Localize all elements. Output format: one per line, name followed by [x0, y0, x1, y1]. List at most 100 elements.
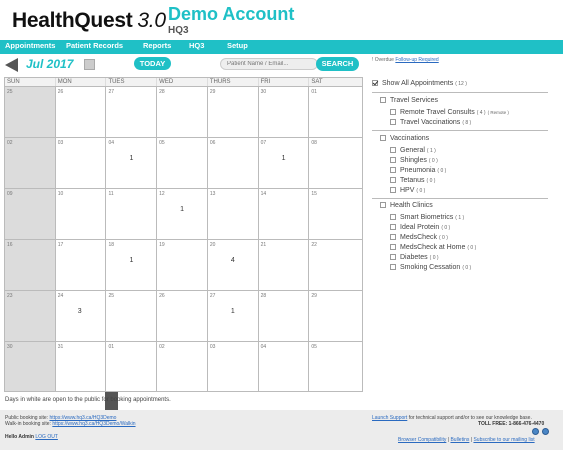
calendar-day-cell[interactable]: 05 [309, 342, 363, 391]
calendar-day-cell[interactable]: 27 1 [207, 291, 259, 341]
checkbox[interactable] [390, 177, 396, 184]
calendar-day-cell[interactable]: 12 1 [157, 189, 208, 239]
prev-month-arrow-icon[interactable] [5, 58, 18, 72]
filter-remote-travel-consults[interactable]: Remote Travel Consults( 4 )( Remote ) [390, 109, 509, 118]
health-clinics-checkbox[interactable] [380, 202, 386, 209]
calendar-day-cell[interactable]: 07 1 [258, 138, 310, 188]
social-icon-one[interactable] [532, 428, 539, 435]
calendar-day-cell[interactable]: 14 [258, 189, 310, 239]
bulletins-link[interactable]: Bulletins [450, 437, 469, 443]
calendar-day-cell[interactable]: 02 [157, 342, 208, 391]
group-travel-services[interactable]: Travel Services [380, 97, 438, 106]
calendar-day-cell[interactable]: 28 [157, 87, 208, 137]
filter-general[interactable]: General( 1 ) [390, 147, 436, 156]
calendar-day-cell[interactable]: 15 [309, 189, 363, 239]
appointment-count[interactable]: 3 [78, 308, 82, 315]
checkbox[interactable] [390, 109, 396, 116]
calendar-day-cell[interactable]: 24 3 [55, 291, 107, 341]
calendar-day-cell[interactable]: 30 [258, 87, 310, 137]
calendar-day-cell[interactable]: 28 [258, 291, 310, 341]
checkbox[interactable] [390, 214, 396, 221]
calendar-day-cell[interactable]: 08 [309, 138, 363, 188]
show-all-checkbox[interactable] [372, 80, 378, 87]
nav-patient-records[interactable]: Patient Records [66, 41, 123, 50]
checkbox[interactable] [390, 234, 396, 241]
filter-tetanus[interactable]: Tetanus( 0 ) [390, 177, 435, 186]
calendar-picker-icon[interactable] [84, 59, 95, 70]
appointment-count[interactable]: 4 [231, 257, 235, 264]
healthquest-logo[interactable]: HealthQuest 3.0 [12, 9, 166, 33]
calendar-day-cell[interactable]: 29 [309, 291, 363, 341]
nav-setup[interactable]: Setup [227, 41, 248, 50]
browser-compatibility-link[interactable]: Browser Compatibility [398, 437, 446, 443]
filter-travel-vaccinations[interactable]: Travel Vaccinations( 8 ) [390, 119, 471, 128]
calendar-day-cell[interactable]: 06 [207, 138, 259, 188]
calendar-day-cell[interactable]: 01 [106, 342, 158, 391]
appointment-count[interactable]: 1 [129, 155, 133, 162]
calendar-day-cell[interactable]: 20 4 [207, 240, 259, 290]
calendar-day-cell[interactable]: 25 [106, 291, 158, 341]
nav-hq3[interactable]: HQ3 [189, 41, 204, 50]
calendar-day-cell[interactable]: 10 [55, 189, 107, 239]
calendar-day-cell[interactable]: 04 1 [106, 138, 158, 188]
calendar-day-cell[interactable]: 25 [5, 87, 56, 137]
appointment-count[interactable]: 1 [129, 257, 133, 264]
calendar-day-cell[interactable]: 27 [106, 87, 158, 137]
calendar-day-cell[interactable]: 01 [309, 87, 363, 137]
calendar-day-cell[interactable]: 26 [157, 291, 208, 341]
checkbox[interactable] [390, 244, 396, 251]
calendar-day-cell[interactable]: 11 [106, 189, 158, 239]
filter-ideal-protein[interactable]: Ideal Protein( 0 ) [390, 224, 450, 233]
calendar-day-cell[interactable]: 18 1 [106, 240, 158, 290]
group-health-clinics[interactable]: Health Clinics [380, 202, 433, 211]
group-vaccinations[interactable]: Vaccinations [380, 135, 429, 144]
nav-reports[interactable]: Reports [143, 41, 171, 50]
search-button[interactable]: SEARCH [316, 57, 359, 71]
subscribe-link[interactable]: Subscribe to our mailing list [473, 437, 534, 443]
checkbox[interactable] [390, 119, 396, 126]
filter-medscheck-at-home[interactable]: MedsCheck at Home( 0 ) [390, 244, 476, 253]
calendar-day-cell[interactable]: 13 [207, 189, 259, 239]
checkbox[interactable] [390, 147, 396, 154]
checkbox[interactable] [390, 254, 396, 261]
appointment-count[interactable]: 1 [282, 155, 286, 162]
patient-search-input[interactable] [220, 58, 318, 70]
filter-medscheck[interactable]: MedsCheck( 0 ) [390, 234, 448, 243]
vaccinations-checkbox[interactable] [380, 135, 386, 142]
calendar-day-cell[interactable]: 03 [207, 342, 259, 391]
filter-smoking-cessation[interactable]: Smoking Cessation( 0 ) [390, 264, 471, 273]
calendar-day-cell[interactable]: 03 [55, 138, 107, 188]
launch-support-link[interactable]: Launch Support [372, 415, 407, 421]
calendar-day-cell[interactable]: 26 [55, 87, 107, 137]
calendar-day-cell[interactable]: 05 [157, 138, 208, 188]
travel-services-checkbox[interactable] [380, 97, 386, 104]
checkbox[interactable] [390, 224, 396, 231]
appointment-count[interactable]: 1 [231, 308, 235, 315]
follow-up-link[interactable]: Follow-up Required [395, 57, 438, 63]
checkbox[interactable] [390, 157, 396, 164]
calendar-day-cell[interactable]: 09 [5, 189, 56, 239]
logout-link[interactable]: LOG OUT [35, 434, 58, 440]
filter-hpv[interactable]: HPV( 0 ) [390, 187, 425, 196]
appointment-count[interactable]: 1 [180, 206, 184, 213]
calendar-day-cell[interactable]: 30 [5, 342, 56, 391]
show-all-appointments[interactable]: Show All Appointments( 12 ) [372, 80, 467, 89]
calendar-day-cell[interactable]: 19 [157, 240, 208, 290]
calendar-day-cell[interactable]: 16 [5, 240, 56, 290]
calendar-day-cell[interactable]: 17 [55, 240, 107, 290]
calendar-day-cell[interactable]: 04 [258, 342, 310, 391]
filter-diabetes[interactable]: Diabetes( 0 ) [390, 254, 439, 263]
calendar-day-cell[interactable]: 02 [5, 138, 56, 188]
calendar-day-cell[interactable]: 22 [309, 240, 363, 290]
calendar-day-cell[interactable]: 29 [207, 87, 259, 137]
checkbox[interactable] [390, 167, 396, 174]
today-button[interactable]: TODAY [134, 57, 171, 70]
filter-smart-biometrics[interactable]: Smart Biometrics( 1 ) [390, 214, 464, 223]
nav-appointments[interactable]: Appointments [5, 41, 55, 50]
calendar-day-cell[interactable]: 23 [5, 291, 56, 341]
checkbox[interactable] [390, 187, 396, 194]
filter-shingles[interactable]: Shingles( 0 ) [390, 157, 438, 166]
calendar-day-cell[interactable]: 21 [258, 240, 310, 290]
filter-pneumonia[interactable]: Pneumonia( 0 ) [390, 167, 446, 176]
walkin-booking-link[interactable]: https://www.hq3.ca/HQ3Demo/Walkin [52, 421, 135, 427]
